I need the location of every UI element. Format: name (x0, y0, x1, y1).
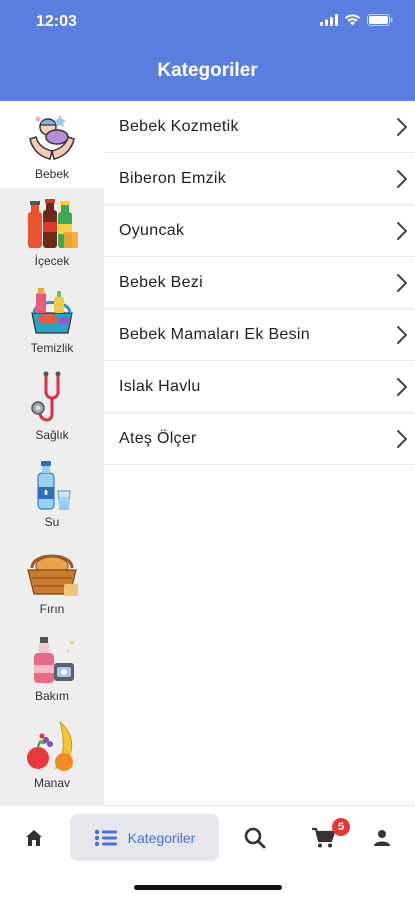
battery-icon (367, 14, 393, 26)
list-icon (94, 829, 117, 846)
category-sidebar: Bebek İçecek Temizlik Sağlık Su Fırın Ba… (0, 101, 104, 805)
tab-cart[interactable]: 5 (300, 814, 350, 861)
app-header: 12:03 Kategoriler (0, 0, 415, 101)
sidebar-item-label: Bebek (34, 167, 70, 181)
bread-basket-icon (27, 554, 78, 596)
cleaning-icon (31, 288, 73, 334)
list-item-label: Oyuncak (119, 221, 185, 239)
sidebar-item-firin[interactable]: Fırın (0, 536, 104, 623)
list-item-label: Bebek Bezi (119, 273, 203, 291)
list-item-label: Ateş Ölçer (119, 429, 197, 447)
sidebar-item-temizlik[interactable]: Temizlik (0, 275, 104, 362)
chevron-right-icon (397, 378, 407, 396)
home-indicator (134, 885, 282, 890)
sidebar-item-bebek[interactable]: Bebek (0, 101, 104, 188)
sidebar-item-label: Manav (33, 776, 71, 790)
status-bar: 12:03 (0, 0, 415, 44)
list-item-label: Bebek Mamaları Ek Besin (119, 325, 310, 343)
list-item[interactable]: Ateş Ölçer (104, 413, 415, 465)
page-title: Kategoriler (157, 60, 258, 81)
list-item[interactable]: Bebek Mamaları Ek Besin (104, 309, 415, 361)
chevron-right-icon (397, 118, 407, 136)
list-item[interactable]: Bebek Kozmetik (104, 101, 415, 153)
wifi-icon (344, 14, 361, 26)
tab-profile[interactable] (360, 814, 404, 861)
list-item-label: Biberon Emzik (119, 169, 227, 187)
sidebar-item-saglik[interactable]: Sağlık (0, 362, 104, 449)
list-item-label: Islak Havlu (119, 377, 201, 395)
sidebar-item-label: Temizlik (30, 341, 74, 355)
list-item[interactable]: Oyuncak (104, 205, 415, 257)
search-icon (244, 827, 266, 848)
list-item-label: Bebek Kozmetik (119, 117, 239, 135)
sidebar-item-manav[interactable]: Manav (0, 710, 104, 797)
tab-categories[interactable]: Kategoriler (70, 814, 219, 861)
tab-search[interactable] (233, 814, 277, 861)
sidebar-item-su[interactable]: Su (0, 449, 104, 536)
tab-home[interactable] (12, 814, 56, 861)
signal-icon (320, 14, 338, 26)
user-icon (374, 829, 390, 846)
list-item[interactable]: Islak Havlu (104, 361, 415, 413)
sidebar-item-icecek[interactable]: İçecek (0, 188, 104, 275)
baby-icon (29, 115, 75, 160)
sidebar-item-label: Sağlık (35, 428, 69, 442)
sidebar-item-label: Fırın (39, 602, 65, 616)
home-icon (26, 829, 42, 846)
sidebar-item-label: Su (44, 515, 60, 529)
chevron-right-icon (397, 274, 407, 292)
list-item[interactable]: Bebek Bezi (104, 257, 415, 309)
chevron-right-icon (397, 170, 407, 188)
status-icons (320, 14, 393, 26)
sidebar-item-label: İçecek (34, 254, 70, 268)
cart-icon (312, 827, 335, 847)
chevron-right-icon (397, 222, 407, 240)
list-item[interactable]: Biberon Emzik (104, 153, 415, 205)
water-bottle-icon (37, 461, 71, 510)
drinks-icon (28, 199, 78, 248)
sidebar-item-bakim[interactable]: Bakım (0, 623, 104, 710)
cosmetics-icon (34, 637, 74, 683)
cart-badge: 5 (332, 818, 350, 836)
bottom-tab-bar: Kategoriler 5 (0, 805, 415, 900)
stethoscope-icon (31, 371, 61, 422)
chevron-right-icon (397, 430, 407, 448)
chevron-right-icon (397, 326, 407, 344)
tab-label: Kategoriler (127, 829, 196, 846)
status-time: 12:03 (36, 13, 77, 30)
fruit-icon (27, 720, 73, 771)
sidebar-item-label: Bakım (34, 689, 69, 703)
